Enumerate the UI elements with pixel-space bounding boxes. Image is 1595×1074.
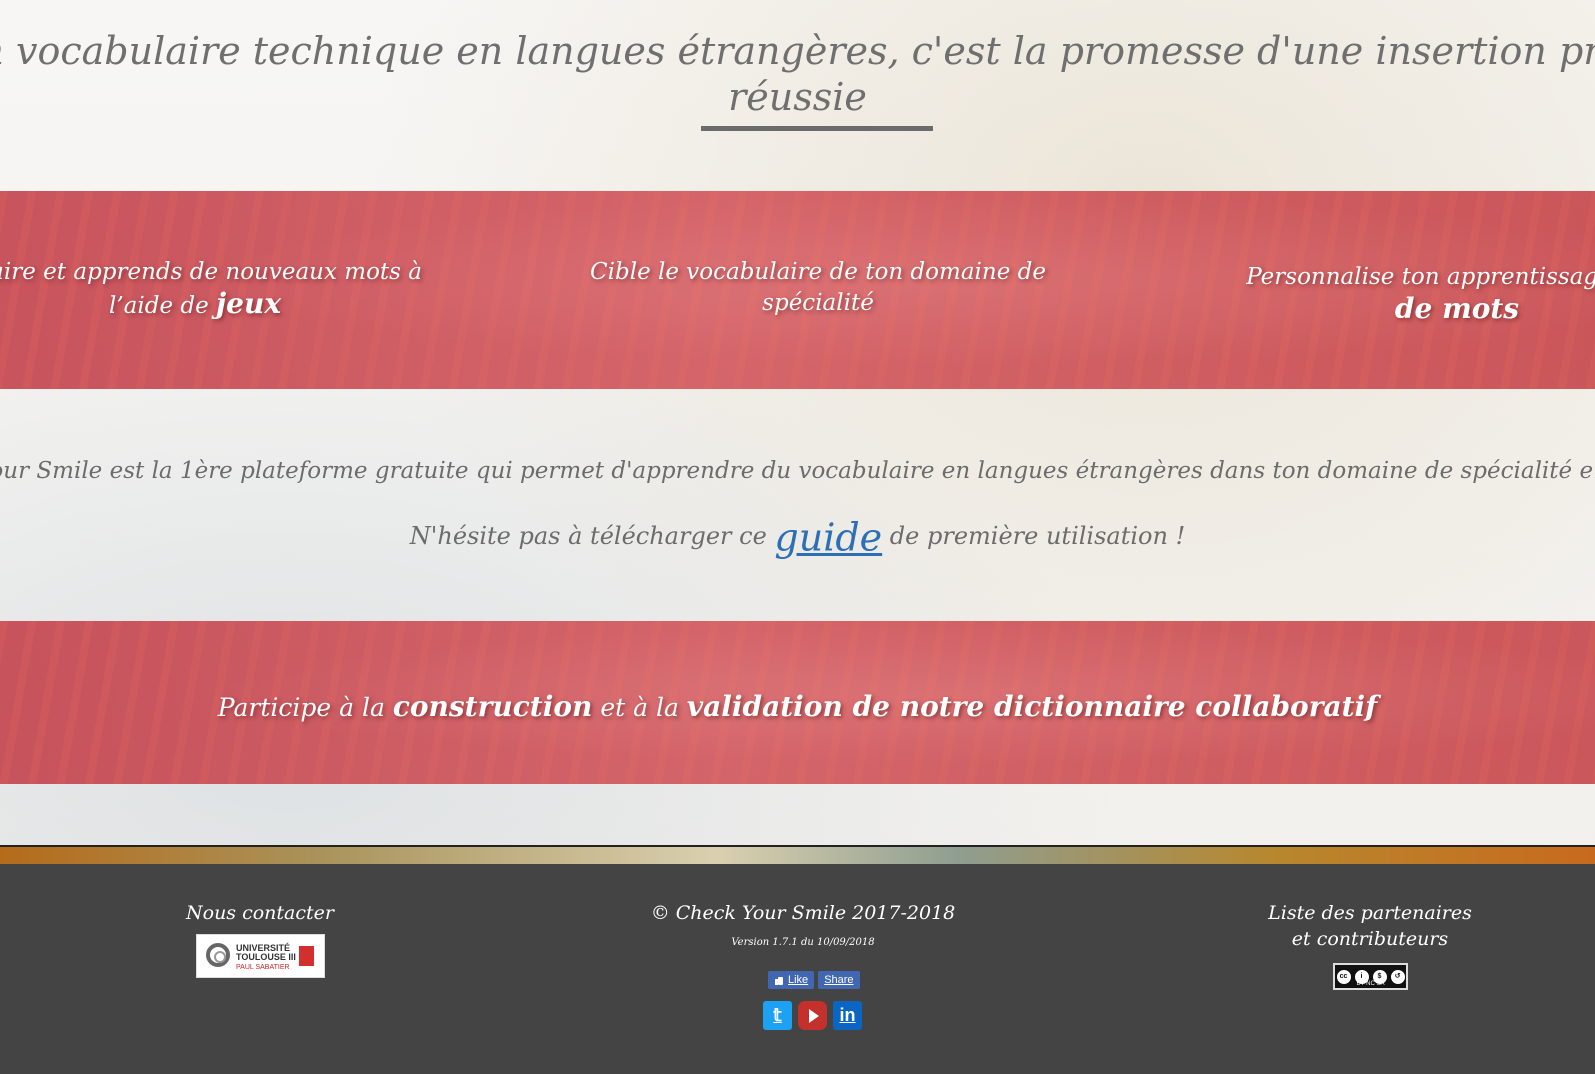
facebook-share-label: Share: [824, 974, 854, 986]
university-logo-text: UNIVERSITÉ TOULOUSE III PAUL SABATIER: [236, 944, 296, 972]
version-text: Version 1.7.1 du 10/09/2018: [731, 937, 875, 948]
guide-link[interactable]: guide: [774, 516, 882, 560]
footer-contact-column: Nous contacter: [160, 900, 360, 926]
footer-partners-column: Liste des partenaires et contributeurs: [1250, 900, 1490, 952]
feature-games: ulaire et apprends de nouveaux mots à l’…: [0, 257, 445, 322]
page: on vocabulaire technique en langues étra…: [0, 0, 1595, 1074]
feature-personalize-emphasis: de mots: [1394, 292, 1520, 325]
facebook-buttons: Like Share: [768, 971, 860, 989]
university-line-2: TOULOUSE III: [236, 952, 296, 962]
linkedin-icon[interactable]: in: [833, 1001, 862, 1030]
feature-games-text: ulaire et apprends de nouveaux mots à l’…: [0, 259, 422, 319]
sa-icon: ↺: [1389, 968, 1406, 985]
facebook-like-button[interactable]: Like: [768, 971, 815, 989]
twitter-icon[interactable]: 𝕥: [763, 1001, 792, 1030]
hero-underline: [701, 126, 933, 131]
university-red-mark: [299, 946, 314, 966]
platform-description: k Your Smile est la 1ère plateforme grat…: [0, 458, 1595, 484]
construction-emphasis: construction: [392, 690, 593, 723]
license-badge-text: BY NC SA: [1356, 981, 1385, 987]
validation-emphasis: validation de notre dictionnaire collabo…: [686, 690, 1378, 723]
university-logo-icon: [206, 943, 230, 967]
feature-specialty-text: Cible le vocabulaire de ton domaine de s…: [590, 259, 1046, 316]
contribute-text-before: Participe à la: [217, 693, 393, 722]
partners-line-2: et contributeurs: [1291, 928, 1449, 950]
contribute-text-middle: et à la: [592, 693, 687, 722]
partners-line-1: Liste des partenaires: [1268, 902, 1472, 924]
copyright-text: © Check Your Smile 2017-2018: [650, 902, 956, 924]
guide-text-after: de première utilisation !: [882, 522, 1186, 550]
play-icon: [809, 1008, 819, 1023]
contact-link[interactable]: Nous contacter: [186, 902, 334, 924]
university-logo[interactable]: UNIVERSITÉ TOULOUSE III PAUL SABATIER: [196, 934, 325, 978]
hero-title: on vocabulaire technique en langues étra…: [0, 28, 1595, 120]
feature-games-emphasis: jeux: [216, 287, 282, 320]
footer-copyright-column: © Check Your Smile 2017-2018 Version 1.7…: [638, 900, 968, 950]
creative-commons-license-badge[interactable]: cc i $ ↺ BY NC SA: [1333, 963, 1408, 990]
guide-text-before: N'hésite pas à télécharger ce: [409, 522, 775, 550]
thumbs-up-icon: [774, 975, 784, 985]
hero-title-line-2: réussie: [728, 75, 867, 119]
cc-icon: cc: [1335, 968, 1352, 985]
footer-top-strip: [0, 845, 1595, 866]
contribute-text: Participe à la construction et à la vali…: [0, 689, 1595, 726]
feature-specialty: Cible le vocabulaire de ton domaine de s…: [548, 257, 1088, 319]
facebook-share-button[interactable]: Share: [818, 971, 860, 989]
partners-link[interactable]: Liste des partenaires et contributeurs: [1250, 900, 1490, 952]
social-links: 𝕥 in: [763, 1001, 862, 1030]
feature-personalize-text: Personnalise ton apprentissage via l: [1246, 264, 1595, 290]
youtube-icon[interactable]: [798, 1001, 827, 1030]
guide-download-line: N'hésite pas à télécharger ce guide de p…: [0, 514, 1595, 560]
feature-personalize: Personnalise ton apprentissage via l de …: [1197, 262, 1595, 327]
contribute-banner: Participe à la construction et à la vali…: [0, 621, 1595, 784]
hero-title-line-1: on vocabulaire technique en langues étra…: [0, 29, 1595, 73]
features-banner: ulaire et apprends de nouveaux mots à l’…: [0, 191, 1595, 389]
university-line-3: PAUL SABATIER: [236, 964, 290, 971]
facebook-like-label: Like: [788, 974, 809, 986]
